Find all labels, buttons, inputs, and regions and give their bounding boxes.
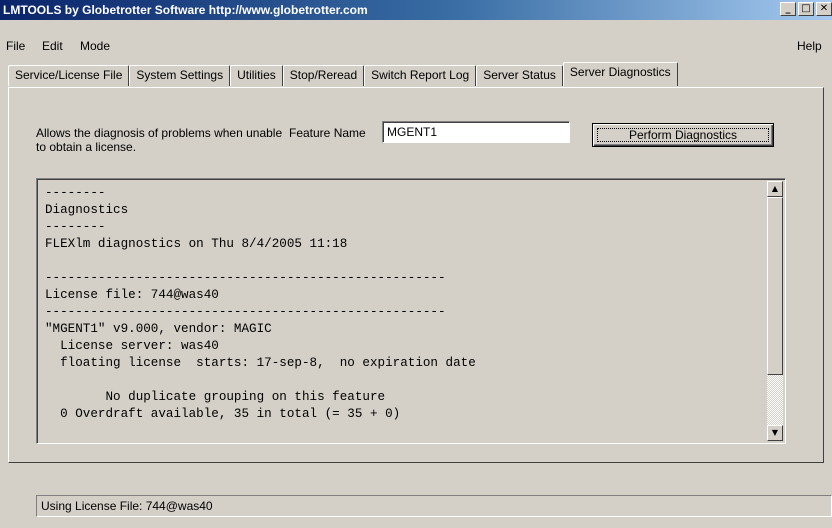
tab-switch-report-log[interactable]: Switch Report Log <box>364 65 477 86</box>
menu-bar: File Edit Mode Help <box>0 37 832 55</box>
output-line: floating license starts: 17-sep-8, no ex… <box>45 356 476 370</box>
output-line: Diagnostics <box>45 203 129 217</box>
maximize-button[interactable]: □ <box>798 2 814 16</box>
tab-strip: Service/License File System Settings Uti… <box>8 62 678 86</box>
output-line: License server: was40 <box>45 339 219 353</box>
tab-service-license-file[interactable]: Service/License File <box>8 65 130 86</box>
menu-edit[interactable]: Edit <box>42 37 63 55</box>
tab-stop-reread[interactable]: Stop/Reread <box>282 65 365 86</box>
diagnostics-output-text: -------- Diagnostics -------- FLEXlm diagno… <box>45 185 476 423</box>
scroll-thumb[interactable] <box>767 197 783 375</box>
feature-name-label: Feature Name <box>289 126 366 140</box>
focus-rect <box>597 128 769 142</box>
scroll-track[interactable] <box>767 375 783 425</box>
output-line: "MGENT1" v9.000, vendor: MAGIC <box>45 322 272 336</box>
menu-help[interactable]: Help <box>797 37 822 55</box>
scroll-down-arrow-icon[interactable]: ▼ <box>767 425 783 441</box>
output-line: ----------------------------------------… <box>45 305 446 319</box>
close-button[interactable]: ✕ <box>816 2 832 16</box>
output-line: 0 Overdraft available, 35 in total (= 35… <box>45 407 401 421</box>
window-title: LMTOOLS by Globetrotter Software http://… <box>3 3 368 17</box>
perform-diagnostics-button[interactable]: Perform Diagnostics <box>592 123 774 147</box>
output-line: ----------------------------------------… <box>45 271 446 285</box>
output-line: License file: 744@was40 <box>45 288 219 302</box>
output-line: -------- <box>45 220 106 234</box>
output-line: FLEXlm diagnostics on Thu 8/4/2005 11:18 <box>45 237 348 251</box>
diagnostics-output[interactable]: -------- Diagnostics -------- FLEXlm diagno… <box>36 178 786 444</box>
title-bar[interactable]: LMTOOLS by Globetrotter Software http://… <box>0 0 832 20</box>
feature-name-input[interactable] <box>382 121 570 143</box>
tab-system-settings[interactable]: System Settings <box>129 65 231 86</box>
scroll-up-arrow-icon[interactable]: ▲ <box>767 181 783 197</box>
menu-mode[interactable]: Mode <box>80 37 110 55</box>
status-bar: Using License File: 744@was40 <box>36 495 832 517</box>
output-scrollbar[interactable]: ▲ ▼ <box>767 181 783 441</box>
tab-server-diagnostics[interactable]: Server Diagnostics <box>562 62 678 86</box>
tab-utilities[interactable]: Utilities <box>230 65 283 86</box>
diagnostics-description: Allows the diagnosis of problems when un… <box>36 126 283 154</box>
tab-server-status[interactable]: Server Status <box>476 65 563 86</box>
menu-file[interactable]: File <box>6 37 25 55</box>
output-line: No duplicate grouping on this feature <box>45 390 386 404</box>
minimize-button[interactable]: _ <box>780 2 796 16</box>
output-line: -------- <box>45 186 106 200</box>
window-controls: _ □ ✕ <box>780 2 832 16</box>
